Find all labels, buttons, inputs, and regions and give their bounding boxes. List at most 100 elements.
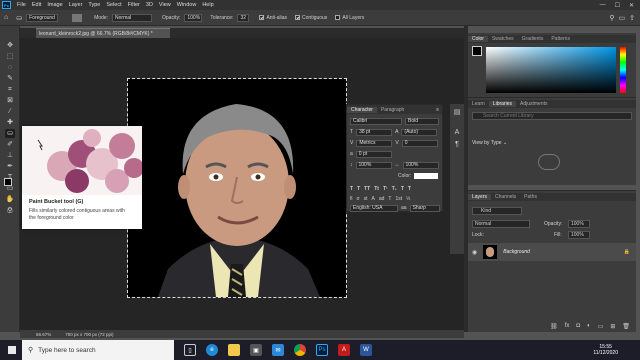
workspace-icon[interactable]: ▭: [619, 14, 626, 22]
strikethrough-icon[interactable]: T: [408, 186, 411, 192]
subscript-icon[interactable]: T₁: [392, 186, 397, 192]
zoom-level[interactable]: 66.67%: [36, 332, 51, 337]
font-style-select[interactable]: Bold: [405, 117, 439, 125]
store-icon[interactable]: ▣: [250, 344, 262, 356]
tab-channels[interactable]: Channels: [491, 194, 520, 200]
library-search-input[interactable]: Search Current Library: [472, 112, 632, 120]
horizontal-scale-field[interactable]: 100%: [402, 161, 439, 169]
tab-gradients[interactable]: Gradients: [518, 36, 548, 42]
tab-libraries[interactable]: Libraries: [488, 101, 516, 107]
home-icon[interactable]: ⌂: [4, 14, 8, 21]
all-layers-checkbox[interactable]: All Layers: [335, 15, 364, 21]
fx-icon[interactable]: fx: [565, 323, 570, 333]
menu-file[interactable]: File: [14, 2, 29, 8]
blend-mode-select[interactable]: Normal: [472, 220, 530, 228]
anti-alias-select[interactable]: Sharp: [409, 204, 440, 212]
menu-select[interactable]: Select: [103, 2, 124, 8]
close-button[interactable]: ✕: [629, 2, 634, 9]
frame-tool-icon[interactable]: ⊠: [5, 96, 15, 105]
crop-tool-icon[interactable]: ⌗: [5, 85, 15, 94]
layer-opacity-field[interactable]: 100%: [568, 220, 590, 228]
tab-color[interactable]: Color: [468, 36, 488, 42]
menu-type[interactable]: Type: [85, 2, 103, 8]
tab-swatches[interactable]: Swatches: [488, 36, 518, 42]
underline-icon[interactable]: T: [401, 186, 404, 192]
color-field[interactable]: [486, 47, 616, 93]
leading-field[interactable]: (Auto): [401, 128, 438, 136]
tab-paths[interactable]: Paths: [520, 194, 541, 200]
color-foreground-swatch[interactable]: [472, 46, 482, 56]
share-icon[interactable]: ⇪: [629, 14, 635, 22]
hue-slider[interactable]: [620, 47, 626, 93]
adjustment-layer-icon[interactable]: ◐: [587, 323, 591, 333]
document-size[interactable]: 700 px x 700 px (72 ppi): [65, 332, 113, 337]
healing-brush-tool-icon[interactable]: ✚: [5, 118, 15, 127]
kern-value-field[interactable]: 0 pt: [355, 150, 392, 158]
menu-layer[interactable]: Layer: [66, 2, 86, 8]
windows-start-icon[interactable]: [8, 346, 16, 354]
menu-help[interactable]: Help: [199, 2, 216, 8]
tracking-field[interactable]: 0: [401, 139, 438, 147]
link-layers-icon[interactable]: ⛓: [550, 323, 558, 333]
faux-italic-icon[interactable]: T: [357, 186, 360, 192]
maximize-button[interactable]: ☐: [615, 2, 620, 9]
add-mask-icon[interactable]: ◘: [576, 323, 580, 333]
view-by-select[interactable]: View by Type ⌄: [472, 140, 507, 146]
font-family-select[interactable]: Calibri: [350, 117, 402, 125]
system-clock[interactable]: 15:55 11/12/2020: [593, 344, 618, 357]
all-caps-icon[interactable]: TT: [364, 186, 370, 192]
menu-edit[interactable]: Edit: [29, 2, 44, 8]
task-view-icon[interactable]: ▯: [184, 344, 196, 356]
pen-tool-icon[interactable]: ✒: [5, 162, 15, 171]
foreground-color-swatch[interactable]: [4, 178, 12, 186]
mail-icon[interactable]: ✉: [272, 344, 284, 356]
trash-icon[interactable]: 🗑: [622, 323, 630, 333]
eye-icon[interactable]: ◉: [472, 249, 477, 256]
lasso-tool-icon[interactable]: ◌: [5, 63, 15, 72]
brush-tool-icon[interactable]: ✐: [5, 140, 15, 149]
fractions-icon[interactable]: 1st: [395, 196, 402, 202]
paint-bucket-tool-icon[interactable]: ⛀: [5, 129, 15, 138]
tab-layers[interactable]: Layers: [468, 194, 492, 200]
photoshop-taskbar-icon[interactable]: Ps: [316, 344, 328, 356]
menu-3d[interactable]: 3D: [143, 2, 156, 8]
tolerance-field[interactable]: 32: [237, 13, 250, 22]
swash-icon[interactable]: st: [364, 196, 368, 202]
menu-image[interactable]: Image: [44, 2, 65, 8]
quick-mask-icon[interactable]: ◘: [5, 196, 15, 205]
screen-mode-icon[interactable]: ▢: [5, 207, 15, 216]
layer-fill-field[interactable]: 100%: [568, 231, 590, 239]
move-tool-icon[interactable]: ✥: [5, 41, 15, 50]
taskbar-search-input[interactable]: ⚲ Type here to search: [22, 340, 174, 360]
ordinals-icon[interactable]: T: [388, 196, 391, 202]
fraction-icon[interactable]: ½: [406, 196, 410, 202]
menu-view[interactable]: View: [156, 2, 174, 8]
titling-icon[interactable]: ad: [379, 196, 385, 202]
oldstyle-icon[interactable]: σ: [357, 196, 360, 202]
chrome-icon[interactable]: [294, 344, 306, 356]
layer-row[interactable]: ◉ Background 🔒: [468, 243, 636, 261]
acrobat-icon[interactable]: A: [338, 344, 350, 356]
tab-adjustments[interactable]: Adjustments: [516, 101, 552, 107]
text-color-swatch[interactable]: [414, 173, 439, 179]
stamp-tool-icon[interactable]: ⊥: [5, 151, 15, 160]
vertical-scale-field[interactable]: 100%: [355, 161, 392, 169]
document-tab[interactable]: leonard_kleinrock2.jpg @ 66.7% (RGB/8#/C…: [36, 28, 170, 38]
document-canvas[interactable]: [127, 78, 347, 298]
alternates-icon[interactable]: A: [371, 196, 374, 202]
mode-select[interactable]: Normal: [112, 13, 153, 22]
contiguous-checkbox[interactable]: Contiguous: [295, 15, 327, 21]
minimize-button[interactable]: —: [600, 2, 606, 9]
opacity-field[interactable]: 100%: [184, 13, 203, 22]
superscript-icon[interactable]: T¹: [383, 186, 388, 192]
fill-source-select[interactable]: Foreground: [26, 13, 59, 22]
word-icon[interactable]: W: [360, 344, 372, 356]
edge-browser-icon[interactable]: e: [206, 344, 218, 356]
search-icon[interactable]: ⚲: [609, 14, 614, 22]
new-group-icon[interactable]: ▭: [598, 323, 604, 333]
tab-learn[interactable]: Learn: [468, 101, 489, 107]
menu-filter[interactable]: Filter: [125, 2, 143, 8]
file-explorer-icon[interactable]: [228, 344, 240, 356]
tab-paragraph[interactable]: Paragraph: [377, 107, 408, 113]
marquee-tool-icon[interactable]: ⬚: [5, 52, 15, 61]
